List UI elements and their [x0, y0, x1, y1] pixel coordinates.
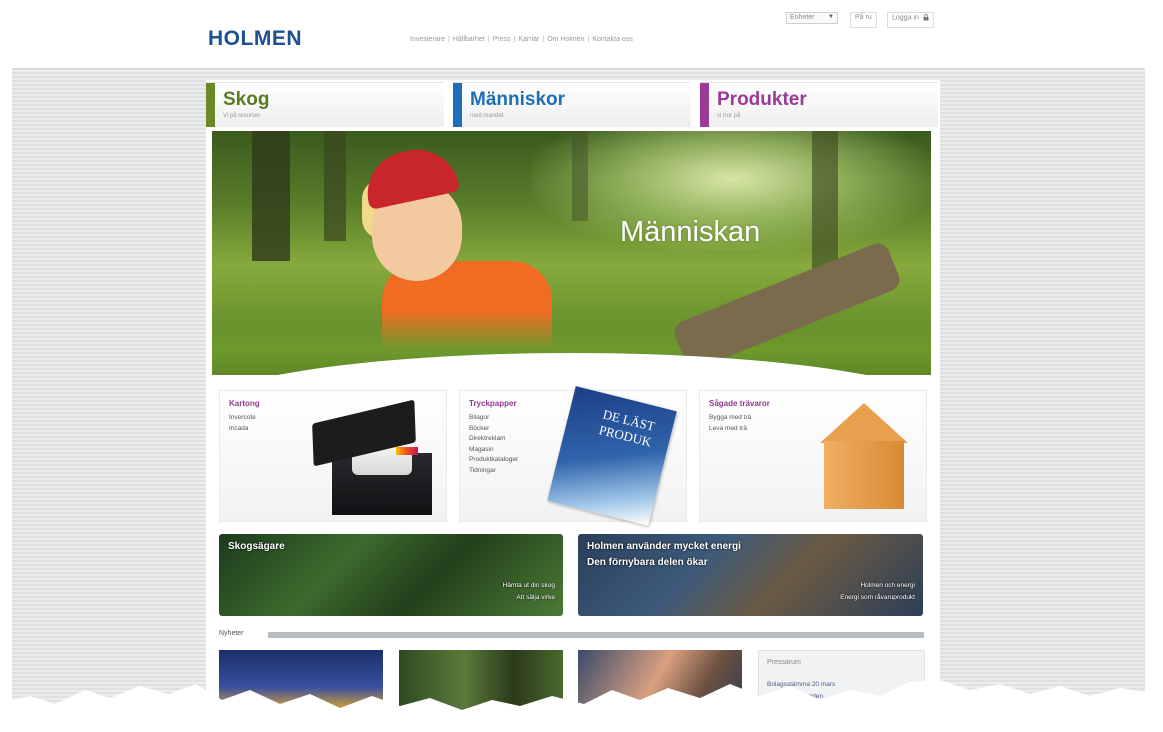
- product-title[interactable]: Kartong: [229, 399, 260, 408]
- product-links: Invercote Incada: [229, 413, 256, 434]
- chevron-down-icon: ▼: [828, 14, 834, 20]
- product-card-sagade-travaror[interactable]: Sågade trävaror Bygga med trä Leva med t…: [699, 390, 927, 522]
- tab-produkter[interactable]: Produkter vi tror på: [700, 82, 938, 127]
- product-links: Bygga med trä Leva med trä: [709, 413, 751, 434]
- login-label: Logga in: [892, 14, 919, 22]
- product-title[interactable]: Tryckpapper: [469, 399, 517, 408]
- magazine-cover: [547, 386, 677, 526]
- house-roof: [820, 403, 908, 443]
- nav-investerare[interactable]: Investerare: [410, 36, 445, 43]
- product-link[interactable]: Invercote: [229, 413, 256, 424]
- tree-trunk: [324, 131, 346, 241]
- language-link[interactable]: På ru: [850, 12, 877, 28]
- tab-title: Produkter: [717, 89, 807, 110]
- site-selector-value: Enheter: [790, 14, 815, 21]
- nav-karriar[interactable]: Karriär: [518, 36, 539, 43]
- lock-icon: [923, 14, 929, 21]
- nav-separator: |: [542, 36, 545, 43]
- top-navigation: Investerare | Hållbarhet | Press | Karriär | Om …: [410, 36, 633, 43]
- product-links: Bilagor Böcker Direktreklam Magasin Prod…: [469, 413, 518, 476]
- product-link[interactable]: Bilagor: [469, 413, 518, 424]
- product-card-tryckpapper[interactable]: Tryckpapper Bilagor Böcker Direktreklam …: [459, 386, 687, 526]
- tab-subtitle: med mandat: [470, 113, 504, 119]
- product-card-kartong[interactable]: Kartong Invercote Incada: [219, 390, 447, 522]
- login-button[interactable]: Logga in: [887, 12, 934, 28]
- tree-trunk: [572, 131, 588, 221]
- product-link[interactable]: Tidningar: [469, 466, 518, 477]
- banner-subtitle: Den förnybara delen ökar: [587, 557, 708, 568]
- box-color-stripe: [396, 447, 418, 455]
- nav-separator: |: [513, 36, 516, 43]
- wooden-house-image: [818, 403, 910, 515]
- nav-press[interactable]: Press: [493, 36, 511, 43]
- nav-separator: |: [487, 36, 490, 43]
- product-title[interactable]: Sågade trävaror: [709, 399, 770, 408]
- nav-kontakta-oss[interactable]: Kontakta oss: [592, 36, 632, 43]
- tab-skog[interactable]: Skog Vi på resurser: [206, 82, 444, 127]
- tab-title: Skog: [223, 89, 270, 110]
- tab-accent-bar: [700, 83, 709, 127]
- site-header: HOLMEN Investerare | Hållbarhet | Press | Karr…: [12, 10, 1145, 69]
- product-link[interactable]: Magasin: [469, 445, 518, 456]
- banner-link[interactable]: Att sälja virke: [516, 594, 555, 601]
- house-wall: [824, 441, 904, 509]
- nav-separator: |: [587, 36, 590, 43]
- tab-accent-bar: [453, 83, 462, 127]
- magazine-image: DE LÄST PRODUK: [547, 386, 677, 526]
- tab-title: Människor: [470, 89, 566, 110]
- torn-paper-edge: [0, 680, 1163, 732]
- hero-title: Människan: [620, 216, 761, 248]
- banner-link[interactable]: Hämta ut din skog: [503, 582, 555, 589]
- hero-image[interactable]: Människan: [212, 131, 931, 375]
- tab-manniskor[interactable]: Människor med mandat: [453, 82, 691, 127]
- news-divider: [268, 632, 924, 638]
- product-link[interactable]: Direktreklam: [469, 434, 518, 445]
- product-link[interactable]: Produktkataloger: [469, 455, 518, 466]
- category-tabs: Skog Vi på resurser Människor med mandat…: [206, 82, 940, 127]
- site-selector[interactable]: Enheter ▼: [786, 12, 838, 24]
- banner-title: Skogsägare: [228, 541, 285, 552]
- product-link[interactable]: Böcker: [469, 424, 518, 435]
- nav-om-holmen[interactable]: Om Holmen: [547, 36, 584, 43]
- tree-trunk: [252, 131, 290, 261]
- nav-hallbarhet[interactable]: Hållbarhet: [453, 36, 485, 43]
- banner-skogsagare[interactable]: Skogsägare Hämta ut din skog Att sälja v…: [219, 534, 563, 616]
- banner-title: Holmen använder mycket energi: [587, 541, 741, 552]
- product-link[interactable]: Incada: [229, 424, 256, 435]
- tab-subtitle: vi tror på: [717, 113, 741, 119]
- banner-energi[interactable]: Holmen använder mycket energi Den förnyb…: [578, 534, 923, 616]
- nav-separator: |: [448, 36, 450, 43]
- news-heading: Nyheter: [219, 630, 244, 637]
- tab-accent-bar: [206, 83, 215, 127]
- cardboard-box-image: [312, 399, 432, 515]
- tree-trunk: [812, 131, 838, 271]
- product-link[interactable]: Bygga med trä: [709, 413, 751, 424]
- page-background: HOLMEN Investerare | Hållbarhet | Press | Karr…: [12, 10, 1145, 732]
- tab-subtitle: Vi på resurser: [223, 113, 261, 119]
- banner-link[interactable]: Energi som råvaruprodukt: [840, 594, 915, 601]
- holmen-logo[interactable]: HOLMEN: [208, 27, 302, 51]
- banner-link[interactable]: Holmen och energi: [860, 582, 915, 589]
- product-link[interactable]: Leva med trä: [709, 424, 751, 435]
- main-content: Skog Vi på resurser Människor med mandat…: [206, 80, 940, 732]
